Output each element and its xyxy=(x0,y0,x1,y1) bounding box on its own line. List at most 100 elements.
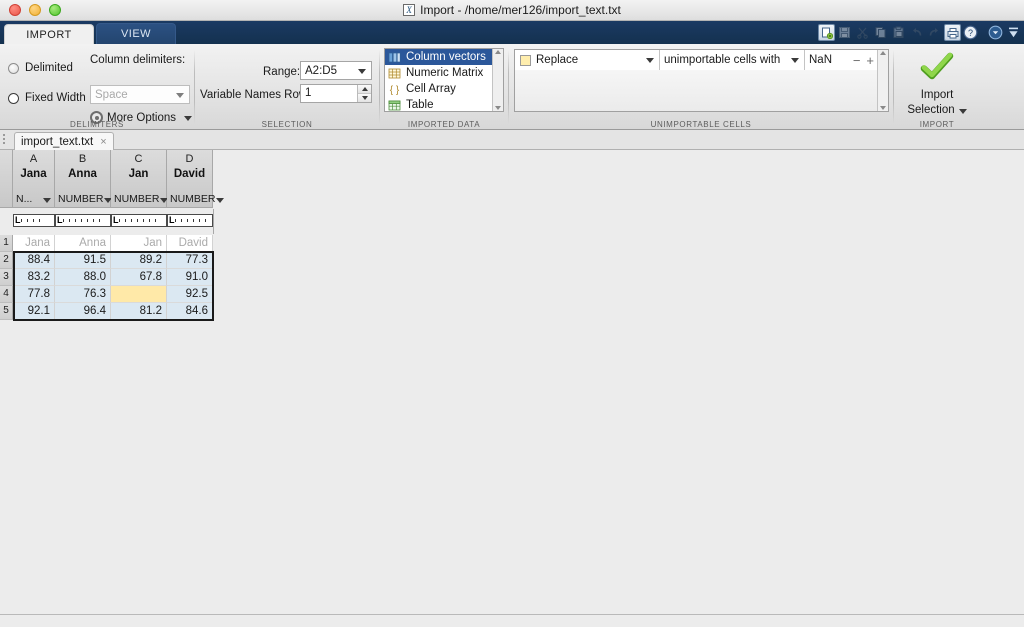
quick-access-toolbar[interactable]: ? xyxy=(818,22,1022,43)
column-delimiters-value: Space xyxy=(95,88,128,101)
scroll-down-icon[interactable] xyxy=(880,106,886,110)
cell-d1[interactable]: David xyxy=(167,235,213,252)
cell-d5[interactable]: 84.6 xyxy=(167,303,213,320)
svg-text:{ }: { } xyxy=(390,85,400,96)
fixed-width-label: Fixed Width xyxy=(25,92,86,104)
spinner-down-button[interactable] xyxy=(358,94,371,102)
delimited-radio-row[interactable]: Delimited xyxy=(8,62,73,74)
column-variable-name[interactable]: David xyxy=(174,168,205,180)
document-tab-import-text[interactable]: import_text.txt × xyxy=(14,132,114,150)
collapse-ribbon-icon[interactable] xyxy=(1005,24,1022,41)
cell-d2[interactable]: 77.3 xyxy=(167,252,213,269)
column-header-b[interactable]: B Anna NUMBER xyxy=(55,150,112,208)
column-type-dropdown[interactable]: NUMBER xyxy=(55,193,112,205)
fixed-width-radio-row[interactable]: Fixed Width xyxy=(8,92,86,104)
row-header-2[interactable]: 2 xyxy=(0,252,13,269)
imported-data-option-column-vectors[interactable]: Column vectors xyxy=(385,49,503,65)
tab-view[interactable]: VIEW xyxy=(96,23,176,44)
cell-b4[interactable]: 76.3 xyxy=(55,286,111,303)
variable-names-row-spinner[interactable]: 1 xyxy=(300,84,372,103)
scroll-down-icon[interactable] xyxy=(495,106,501,110)
customize-toolbar-icon[interactable] xyxy=(987,24,1004,41)
imported-data-option-label: Cell Array xyxy=(406,83,456,95)
ribbon-tab-strip: IMPORT VIEW ? xyxy=(0,21,1024,45)
tab-import[interactable]: IMPORT xyxy=(4,24,94,45)
drag-grip-icon[interactable] xyxy=(3,134,7,146)
cell-a4[interactable]: 77.8 xyxy=(13,286,55,303)
row-header-3[interactable]: 3 xyxy=(0,269,13,286)
ruler-ticks xyxy=(118,219,167,222)
cell-d3[interactable]: 91.0 xyxy=(167,269,213,286)
increment-button[interactable]: + xyxy=(863,53,877,68)
copy-icon[interactable] xyxy=(872,24,889,41)
imported-data-option-table[interactable]: Table xyxy=(385,97,503,111)
cell-a5[interactable]: 92.1 xyxy=(13,303,55,320)
tab-import-label: IMPORT xyxy=(26,29,72,41)
delimited-radio[interactable] xyxy=(8,62,19,74)
imported-data-scrollbar[interactable] xyxy=(492,49,503,111)
cell-c1[interactable]: Jan xyxy=(111,235,167,252)
fixed-width-ruler-c[interactable]: L xyxy=(111,214,167,227)
replace-action-dropdown[interactable]: Replace xyxy=(515,50,660,70)
cell-b1[interactable]: Anna xyxy=(55,235,111,252)
sheet-corner xyxy=(0,150,13,208)
import-selection-button[interactable]: Import Selection xyxy=(894,52,980,117)
new-script-icon[interactable] xyxy=(818,24,835,41)
imported-data-option-numeric-matrix[interactable]: Numeric Matrix xyxy=(385,65,503,81)
cell-b5[interactable]: 96.4 xyxy=(55,303,111,320)
column-delimiters-dropdown[interactable]: Space xyxy=(90,85,190,104)
fixed-width-ruler-d[interactable]: L xyxy=(167,214,213,227)
unimportable-middle-dropdown[interactable]: unimportable cells with xyxy=(660,50,805,70)
cell-c4-unimportable[interactable] xyxy=(111,286,167,303)
scroll-up-icon[interactable] xyxy=(880,51,886,55)
replacement-value-field[interactable]: NaN − + xyxy=(805,50,877,70)
column-variable-name[interactable]: Anna xyxy=(68,168,97,180)
imported-data-option-label: Numeric Matrix xyxy=(406,67,484,79)
column-header-d[interactable]: D David NUMBER xyxy=(167,150,224,208)
column-header-c[interactable]: C Jan NUMBER xyxy=(111,150,168,208)
document-tab-label: import_text.txt xyxy=(21,135,94,148)
redo-icon[interactable] xyxy=(926,24,943,41)
print-icon[interactable] xyxy=(944,24,961,41)
paste-icon[interactable] xyxy=(890,24,907,41)
imported-data-listbox[interactable]: Column vectors Numeric Matrix { } Cell A… xyxy=(384,48,504,112)
cell-c2[interactable]: 89.2 xyxy=(111,252,167,269)
decrement-button[interactable]: − xyxy=(850,53,864,68)
cell-b3[interactable]: 88.0 xyxy=(55,269,111,286)
cell-c3[interactable]: 67.8 xyxy=(111,269,167,286)
save-icon[interactable] xyxy=(836,24,853,41)
fixed-width-ruler-b[interactable]: L xyxy=(55,214,111,227)
column-type-dropdown[interactable]: N... xyxy=(13,193,54,205)
imported-data-option-cell-array[interactable]: { } Cell Array xyxy=(385,81,503,97)
selection-body: Range: A2:D5 Variable Names Row: 1 xyxy=(195,44,379,116)
column-type-dropdown[interactable]: NUMBER xyxy=(111,193,168,205)
range-dropdown[interactable]: A2:D5 xyxy=(300,61,372,80)
row-header-5[interactable]: 5 xyxy=(0,303,13,320)
cut-icon[interactable] xyxy=(854,24,871,41)
unimportable-cells-scrollbar[interactable] xyxy=(877,50,888,111)
spinner-buttons[interactable] xyxy=(357,85,371,102)
ribbon-group-delimiters: Delimited Fixed Width Column delimiters:… xyxy=(0,44,194,130)
cell-d4[interactable]: 92.5 xyxy=(167,286,213,303)
scroll-up-icon[interactable] xyxy=(495,50,501,54)
fixed-width-ruler-a[interactable]: L xyxy=(13,214,55,227)
unimportable-middle-text: unimportable cells with xyxy=(664,54,781,66)
fixed-width-radio[interactable] xyxy=(8,92,19,104)
column-vectors-icon xyxy=(388,51,401,64)
close-icon[interactable]: × xyxy=(100,136,106,148)
cell-a2[interactable]: 88.4 xyxy=(13,252,55,269)
row-header-4[interactable]: 4 xyxy=(0,286,13,303)
cell-a3[interactable]: 83.2 xyxy=(13,269,55,286)
spinner-up-button[interactable] xyxy=(358,85,371,94)
cell-b2[interactable]: 91.5 xyxy=(55,252,111,269)
green-check-icon xyxy=(920,52,954,87)
row-header-1[interactable]: 1 xyxy=(0,235,13,252)
column-header-a[interactable]: A Jana N... xyxy=(13,150,55,208)
undo-icon[interactable] xyxy=(908,24,925,41)
column-variable-name[interactable]: Jana xyxy=(20,168,46,180)
help-icon[interactable]: ? xyxy=(962,24,979,41)
column-variable-name[interactable]: Jan xyxy=(129,168,149,180)
column-type-dropdown[interactable]: NUMBER xyxy=(167,193,224,205)
cell-c5[interactable]: 81.2 xyxy=(111,303,167,320)
cell-a1[interactable]: Jana xyxy=(13,235,55,252)
